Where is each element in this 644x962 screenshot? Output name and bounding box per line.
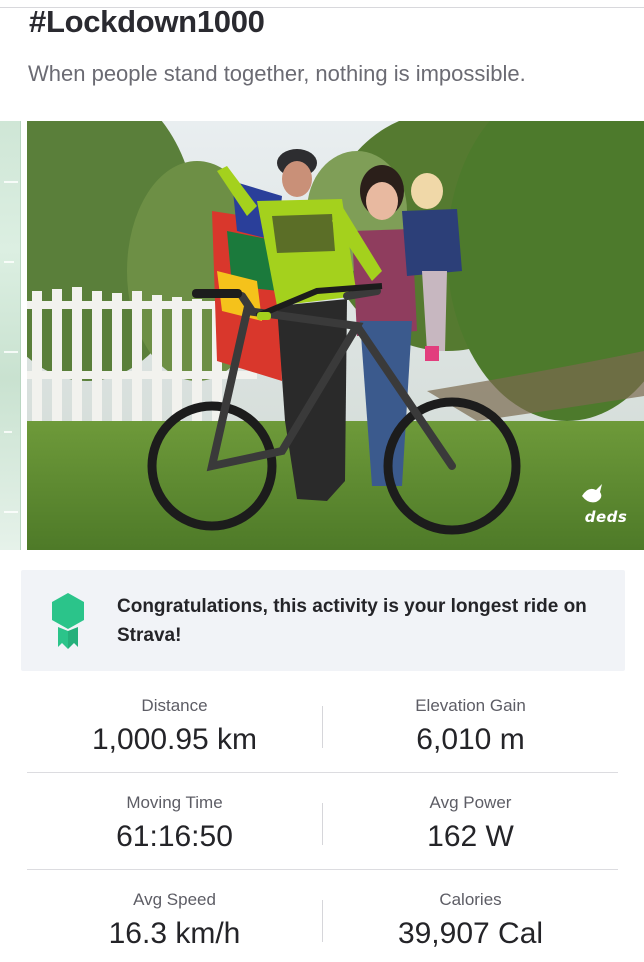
stat-label: Calories	[439, 890, 502, 909]
route-map-thumbnail[interactable]	[0, 121, 21, 550]
stat-value: 1,000.95 km	[91, 723, 258, 756]
stat-avg-power: Avg Power 162 W	[323, 792, 618, 854]
stats-row: Moving Time 61:16:50 Avg Power 162 W	[27, 773, 618, 870]
stat-avg-speed: Avg Speed 16.3 km/h	[27, 889, 322, 951]
bird-logo-icon	[582, 484, 602, 503]
activity-stats: Distance 1,000.95 km Elevation Gain 6,01…	[27, 676, 618, 962]
activity-description: When people stand together, nothing is i…	[28, 61, 526, 86]
stats-row: Avg Speed 16.3 km/h Calories 39,907 Cal	[27, 870, 618, 962]
watermark-text: deds	[584, 508, 628, 526]
stat-label: Distance	[141, 696, 208, 715]
stat-label: Elevation Gain	[415, 696, 526, 715]
stat-value: 16.3 km/h	[108, 917, 241, 950]
stat-value: 61:16:50	[116, 820, 233, 853]
stat-elevation-gain: Elevation Gain 6,010 m	[323, 695, 618, 757]
stat-label: Moving Time	[126, 793, 223, 812]
stats-row: Distance 1,000.95 km Elevation Gain 6,01…	[27, 676, 618, 773]
stat-distance: Distance 1,000.95 km	[27, 695, 322, 757]
stat-calories: Calories 39,907 Cal	[323, 889, 618, 951]
stat-label: Avg Speed	[133, 890, 216, 909]
stat-value: 39,907 Cal	[397, 917, 544, 950]
achievement-ribbon-icon	[52, 593, 84, 649]
photographer-watermark: deds	[578, 482, 634, 526]
stat-value: 6,010 m	[416, 723, 525, 756]
activity-photo[interactable]: deds	[27, 121, 644, 550]
stat-value: 162 W	[427, 820, 514, 853]
achievement-message: Congratulations, this activity is your l…	[117, 596, 587, 646]
stat-moving-time: Moving Time 61:16:50	[27, 792, 322, 854]
stat-label: Avg Power	[429, 793, 512, 812]
activity-title: #Lockdown1000	[29, 4, 265, 39]
achievement-banner: Congratulations, this activity is your l…	[21, 570, 625, 671]
